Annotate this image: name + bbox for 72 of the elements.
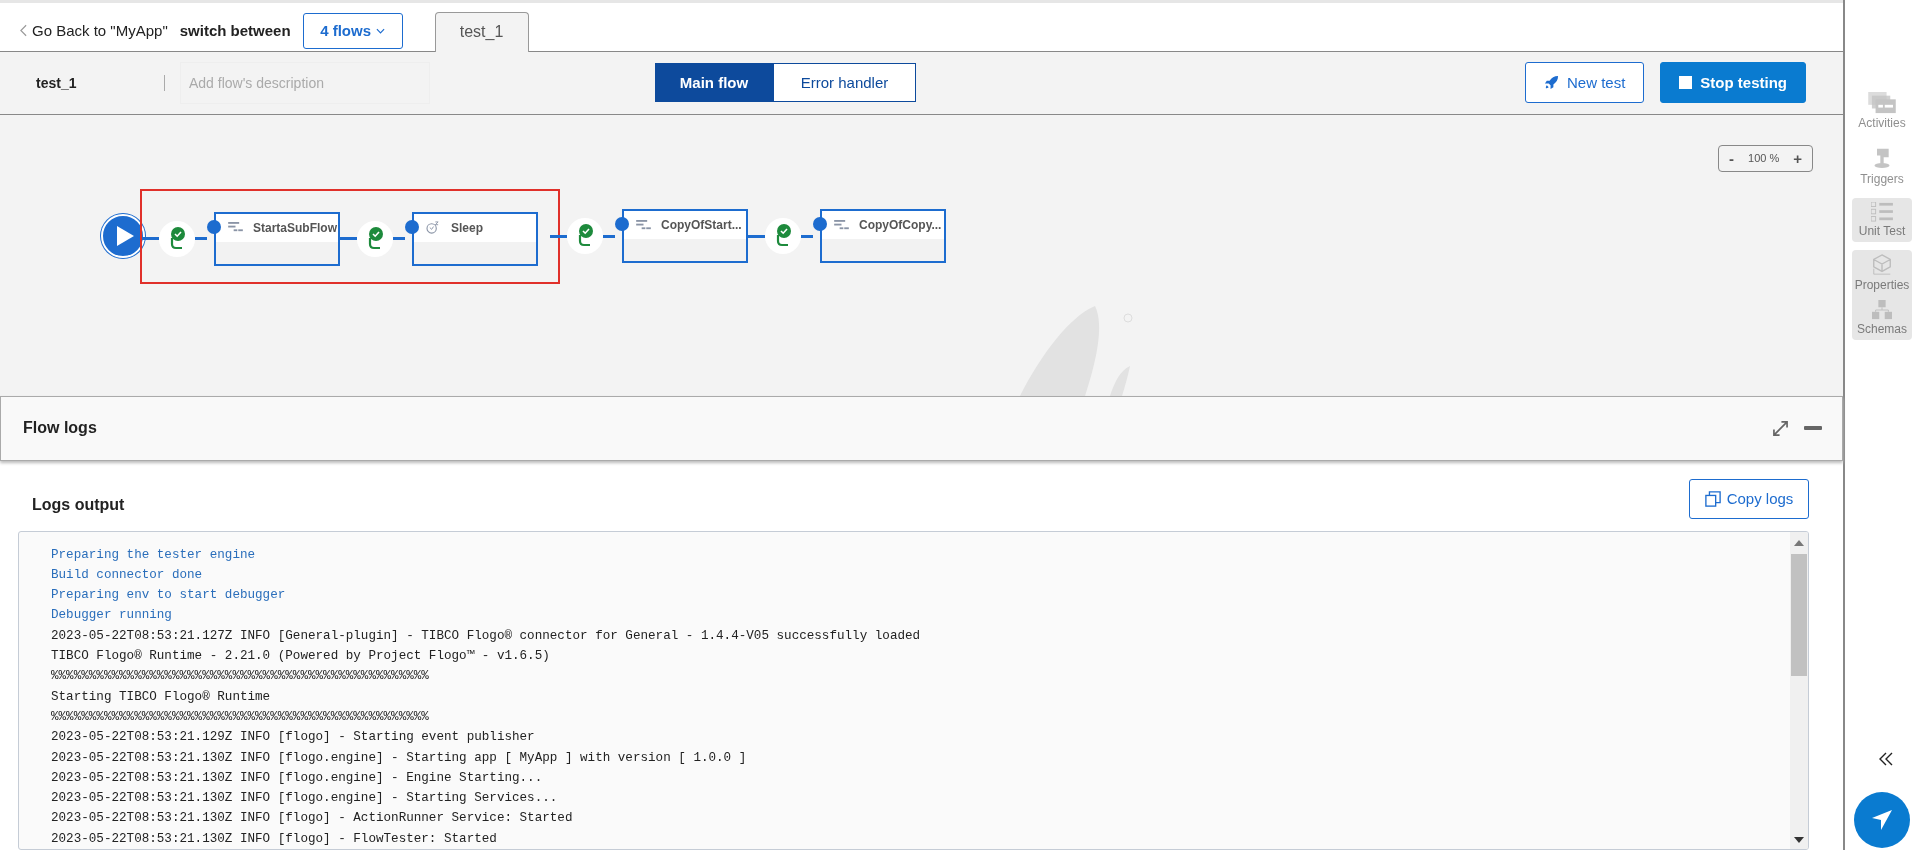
copy-logs-button[interactable]: Copy logs (1689, 478, 1809, 519)
rocket-icon (1543, 75, 1559, 91)
log-line: 2023-05-22T08:53:21.130Z INFO [flogo] - ActionRunner Service: Started (51, 810, 574, 828)
new-test-button[interactable]: New test (1524, 62, 1645, 104)
play-icon (115, 225, 135, 248)
node-title: CopyOfStart... (661, 218, 742, 233)
branch-check-icon[interactable] (357, 220, 393, 257)
subflow-icon (834, 219, 849, 231)
view-toggle[interactable]: Error handler (773, 63, 916, 103)
node-title: Sleep (451, 220, 483, 235)
caret-down-icon (376, 27, 385, 34)
branch-check-icon[interactable] (159, 220, 195, 257)
branch-check-icon[interactable] (765, 218, 801, 255)
flow-tab[interactable]: test_1 (434, 11, 529, 52)
log-line: 2023-05-22T08:53:21.130Z INFO [flogo.engine] - Starting app [ MyApp ] with version [ 1.0.0 ] (51, 749, 748, 767)
double-chevron-left-icon[interactable] (1879, 752, 1893, 766)
cards-icon (1868, 92, 1896, 114)
navigation-button[interactable] (1854, 792, 1910, 848)
expand-icon[interactable] (1773, 420, 1788, 436)
start-button[interactable] (101, 214, 145, 259)
flow-logs-title: Flow logs (23, 419, 97, 438)
scroll-down-icon[interactable] (1794, 837, 1804, 843)
branch-check-icon[interactable] (567, 218, 603, 255)
back-link[interactable]: Go Back to "MyApp" (20, 21, 168, 39)
view-toggle[interactable]: Main flow (655, 63, 773, 103)
connector-dot[interactable] (405, 219, 419, 234)
chevron-left-icon (20, 23, 27, 37)
scrollbar[interactable] (1790, 531, 1808, 849)
log-line: Starting TIBCO Flogo® Runtime (51, 688, 272, 706)
subflow-icon (636, 219, 651, 231)
connector-dot[interactable] (615, 217, 629, 232)
activity-node[interactable]: CopyOfCopy... (820, 209, 946, 264)
log-line: Preparing env to start debugger (51, 587, 287, 605)
description-field[interactable]: Add flow's description (180, 61, 430, 104)
log-line: 2023-05-22T08:53:21.130Z INFO [flogo.engine] - Engine Starting... (51, 769, 544, 787)
log-line: TIBCO Flogo® Runtime - 2.21.0 (Powered by Project Flogo™ - v1.6.5) (51, 648, 551, 665)
activity-node[interactable]: Sleep (412, 211, 538, 266)
node-title: StartaSubFlow (253, 220, 337, 235)
sleep-icon (426, 221, 441, 235)
log-line: 2023-05-22T08:53:21.127Z INFO [General-plugin] - TIBCO Flogo® connector for General - 1.4.4-V05 successfully loaded (51, 627, 922, 645)
stop-button[interactable]: Stop testing (1660, 62, 1806, 104)
log-line: 2023-05-22T08:53:21.129Z INFO [flogo] - Starting event publisher (51, 729, 536, 747)
log-line: Build connector done (51, 566, 204, 584)
subflow-icon (228, 222, 243, 234)
log-line: 2023-05-22T08:53:21.130Z INFO [flogo.engine] - Starting Services... (51, 790, 559, 808)
zoom-control[interactable]: - 100 % + (1718, 144, 1813, 172)
scroll-up-icon[interactable] (1794, 539, 1804, 546)
flow-name: test_1 (36, 74, 78, 91)
log-line: Debugger running (51, 607, 173, 625)
zoom-out-button[interactable]: - (1729, 149, 1735, 167)
node-title: CopyOfCopy... (859, 218, 942, 233)
cube-icon (1871, 254, 1893, 276)
log-line: %%%%%%%%%%%%%%%%%%%%%%%%%%%%%%%%%%%%%%%%%%%%%%%%%% (51, 708, 430, 726)
pin-icon (1872, 146, 1892, 170)
checklist-icon (1871, 202, 1893, 222)
arrow-icon (1870, 808, 1894, 832)
switch-label: switch between (179, 21, 291, 39)
hierarchy-icon (1872, 300, 1892, 320)
connector-dot[interactable] (813, 217, 827, 232)
stop-icon (1679, 76, 1693, 90)
activity-node[interactable]: StartaSubFlow (214, 211, 340, 266)
minimize-icon[interactable] (1804, 426, 1822, 431)
flows-dropdown[interactable]: 4 flows (302, 12, 403, 49)
logs-output-title: Logs output (32, 495, 125, 514)
log-line: 2023-05-22T08:53:21.130Z INFO [flogo] - FlowTester: Started (51, 830, 498, 848)
connector-dot[interactable] (207, 219, 221, 234)
zoom-in-button[interactable]: + (1793, 149, 1802, 167)
activity-node[interactable]: CopyOfStart... (622, 209, 748, 264)
copy-icon (1704, 490, 1721, 507)
log-line: %%%%%%%%%%%%%%%%%%%%%%%%%%%%%%%%%%%%%%%%%%%%%%%%%% (51, 668, 430, 686)
log-line: Preparing the tester engine (51, 546, 257, 564)
zoom-level: 100 % (1748, 152, 1780, 165)
